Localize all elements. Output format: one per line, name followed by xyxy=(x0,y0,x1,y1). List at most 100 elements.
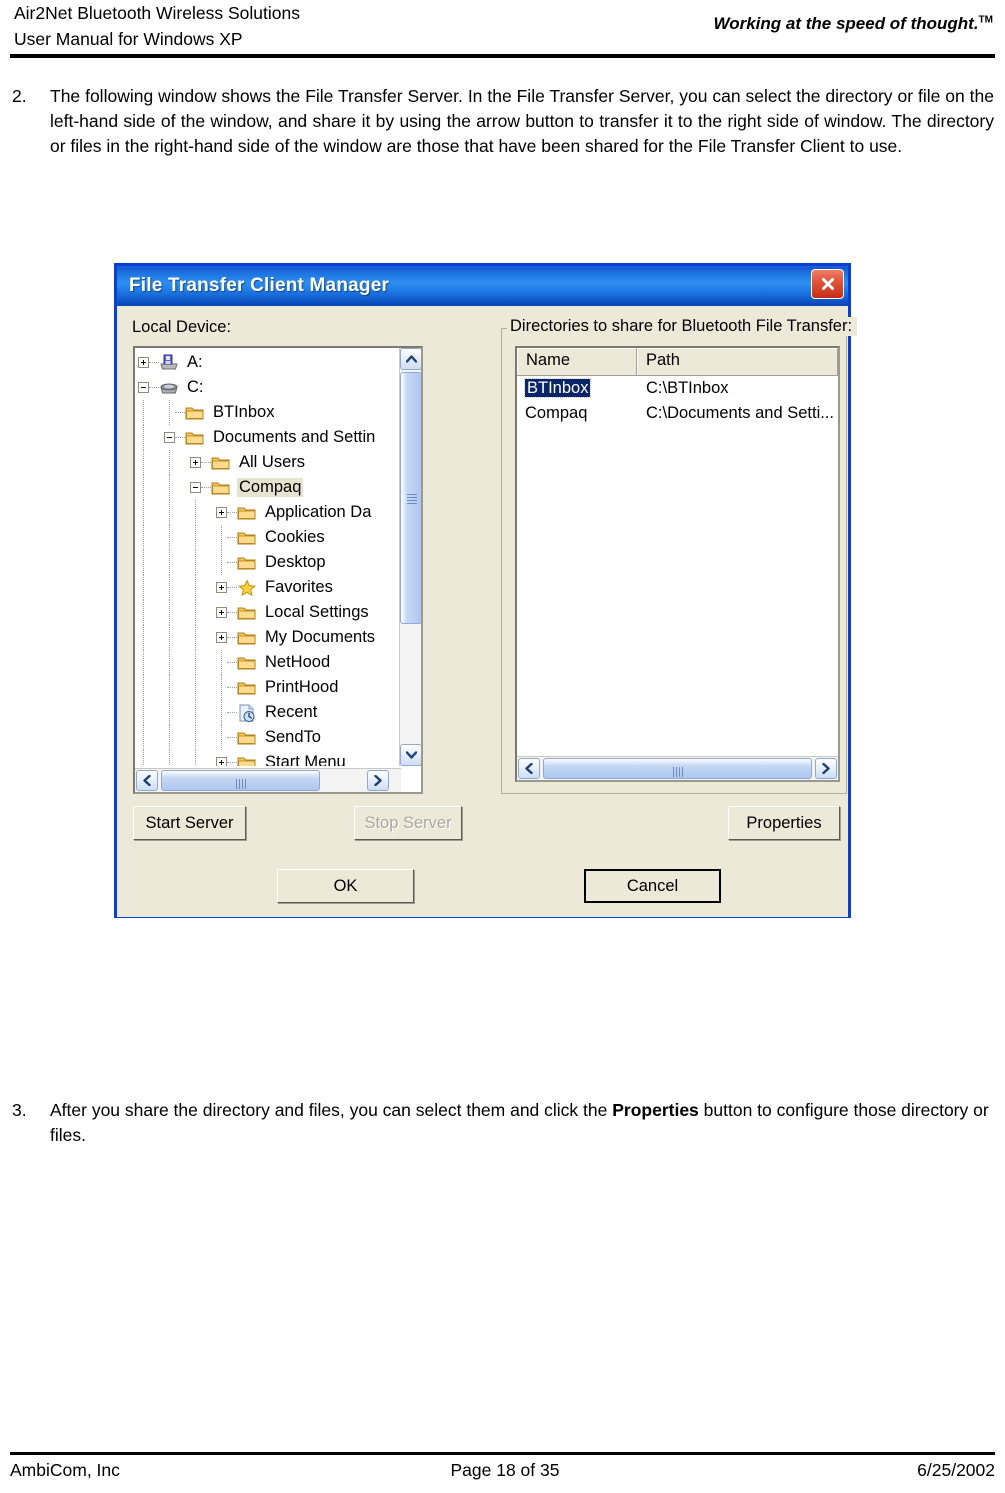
folder-icon xyxy=(237,554,259,572)
folder-icon xyxy=(237,654,259,672)
collapse-icon[interactable] xyxy=(135,375,159,400)
tree-item-label: PrintHood xyxy=(265,678,339,696)
tree-item[interactable]: BTInbox xyxy=(135,400,401,425)
tree-indent-guide xyxy=(187,500,213,525)
tree-item-label: Start Menu xyxy=(265,753,346,766)
step-3-bold-properties: Properties xyxy=(612,1100,699,1120)
folder-open-icon xyxy=(211,479,233,497)
table-row[interactable]: BTInbox C:\BTInbox xyxy=(517,376,838,401)
tree-item[interactable]: All Users xyxy=(135,450,401,475)
folder-icon xyxy=(185,404,207,422)
scroll-right-icon[interactable] xyxy=(367,770,389,791)
tree-vertical-scrollbar[interactable] xyxy=(399,348,421,766)
column-header-path[interactable]: Path xyxy=(637,348,838,375)
tree-indent-guide xyxy=(161,475,187,500)
properties-button[interactable]: Properties xyxy=(728,806,840,840)
trademark-symbol: TM xyxy=(978,14,993,26)
shared-list-header[interactable]: Name Path xyxy=(517,348,838,376)
tree-connector xyxy=(213,650,237,675)
tree-indent-guide xyxy=(161,725,187,750)
scroll-down-icon[interactable] xyxy=(400,744,421,766)
tree-item[interactable]: C: xyxy=(135,375,401,400)
tree-connector xyxy=(213,700,237,725)
tree-indent-guide xyxy=(135,750,161,766)
tree-item-label: My Documents xyxy=(265,628,376,646)
scroll-up-icon[interactable] xyxy=(400,348,421,370)
tree-item-label: Application Da xyxy=(265,503,372,521)
tree-item[interactable]: Documents and Settin xyxy=(135,425,401,450)
tree-indent-guide xyxy=(161,625,187,650)
scroll-left-icon[interactable] xyxy=(136,770,158,791)
ok-button[interactable]: OK xyxy=(277,869,414,903)
tree-connector xyxy=(213,725,237,750)
scroll-grip-icon xyxy=(407,492,417,504)
close-icon[interactable] xyxy=(811,269,844,299)
tree-item[interactable]: Compaq xyxy=(135,475,401,500)
tree-item[interactable]: A: xyxy=(135,350,401,375)
expand-icon[interactable] xyxy=(213,625,237,650)
stop-server-button: Stop Server xyxy=(354,806,462,840)
tree-indent-guide xyxy=(187,650,213,675)
tree-item[interactable]: Application Da xyxy=(135,500,401,525)
tree-item[interactable]: Favorites xyxy=(135,575,401,600)
shared-name-cell: Compaq xyxy=(525,404,588,422)
column-header-name[interactable]: Name xyxy=(517,348,637,375)
tree-connector xyxy=(161,400,185,425)
folder-icon xyxy=(237,504,259,522)
expand-icon[interactable] xyxy=(213,600,237,625)
tree-hscroll-thumb[interactable] xyxy=(161,770,320,791)
tree-item[interactable]: Start Menu xyxy=(135,750,401,766)
tree-connector xyxy=(213,675,237,700)
cancel-button[interactable]: Cancel xyxy=(584,869,721,903)
shared-list-rows: BTInbox C:\BTInbox Compaq C:\Documents and … xyxy=(517,376,838,426)
folder-icon xyxy=(237,604,259,622)
expand-icon[interactable] xyxy=(187,450,211,475)
scroll-right-icon[interactable] xyxy=(815,758,837,779)
tree-item[interactable]: My Documents xyxy=(135,625,401,650)
step-3-number: 3. xyxy=(12,1100,27,1120)
tree-horizontal-scrollbar[interactable] xyxy=(135,768,401,792)
manual-title: Air2Net Bluetooth Wireless Solutions Use… xyxy=(14,0,300,52)
tree-item-label: Compaq xyxy=(237,478,304,497)
expand-icon[interactable] xyxy=(213,500,237,525)
tree-item[interactable]: NetHood xyxy=(135,650,401,675)
dialog-titlebar[interactable]: File Transfer Client Manager xyxy=(117,266,848,306)
table-row[interactable]: Compaq C:\Documents and Setti... xyxy=(517,401,838,426)
collapse-icon[interactable] xyxy=(161,425,185,450)
expand-icon[interactable] xyxy=(213,750,237,766)
folder-icon xyxy=(185,429,207,447)
expand-icon[interactable] xyxy=(135,350,159,375)
tree-indent-guide xyxy=(135,475,161,500)
scroll-left-icon[interactable] xyxy=(518,758,540,779)
collapse-icon[interactable] xyxy=(187,475,211,500)
tree-indent-guide xyxy=(187,675,213,700)
step-3-text: After you share the directory and files,… xyxy=(50,1098,994,1148)
step-2-text: The following window shows the File Tran… xyxy=(50,86,994,156)
tree-indent-guide xyxy=(187,575,213,600)
share-hscroll-thumb[interactable] xyxy=(543,758,812,779)
tree-item-label: Documents and Settin xyxy=(213,428,376,446)
step-3-text-before: After you share the directory and files,… xyxy=(50,1100,613,1120)
tree-item[interactable]: PrintHood xyxy=(135,675,401,700)
shared-name-cell: BTInbox xyxy=(517,378,637,398)
scroll-grip-icon xyxy=(672,764,684,777)
header-divider xyxy=(10,54,995,58)
tree-item[interactable]: Local Settings xyxy=(135,600,401,625)
folder-icon xyxy=(237,729,259,747)
tree-item[interactable]: Recent xyxy=(135,700,401,725)
tree-indent-guide xyxy=(135,450,161,475)
tree-indent-guide xyxy=(187,725,213,750)
tree-vscroll-thumb[interactable] xyxy=(400,372,421,624)
expand-icon[interactable] xyxy=(213,575,237,600)
share-horizontal-scrollbar[interactable] xyxy=(517,756,838,780)
tree-item[interactable]: Cookies xyxy=(135,525,401,550)
local-device-tree[interactable]: A: C: BTInbox Documents and Settin All Users… xyxy=(133,346,423,794)
start-server-button[interactable]: Start Server xyxy=(133,806,246,840)
tree-item-label: BTInbox xyxy=(213,403,275,421)
tree-rows: A: C: BTInbox Documents and Settin All Users… xyxy=(135,350,401,766)
tree-item[interactable]: Desktop xyxy=(135,550,401,575)
tree-item[interactable]: SendTo xyxy=(135,725,401,750)
scroll-grip-icon xyxy=(235,776,247,789)
shared-directories-list[interactable]: Name Path BTInbox C:\BTInbox Compaq C:\Docu… xyxy=(515,346,840,782)
tree-connector xyxy=(213,525,237,550)
